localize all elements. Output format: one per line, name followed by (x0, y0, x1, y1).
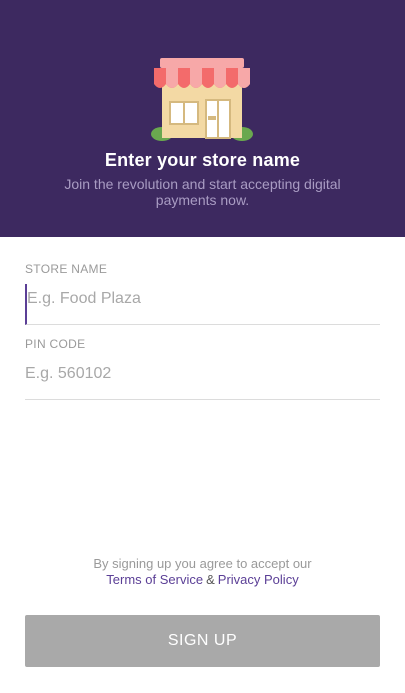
store-name-label: STORE NAME (25, 262, 108, 276)
header-banner: Enter your store name Join the revolutio… (0, 0, 405, 237)
store-front-icon (151, 58, 253, 141)
pin-code-label: PIN CODE (25, 337, 86, 351)
pin-code-field: PIN CODE (25, 337, 380, 400)
store-name-input[interactable] (25, 284, 380, 325)
pin-code-input[interactable] (25, 359, 380, 400)
terms-separator: & (206, 572, 215, 587)
privacy-policy-link[interactable]: Privacy Policy (218, 572, 299, 587)
page-subtitle: Join the revolution and start accepting … (64, 176, 341, 208)
store-name-field: STORE NAME (25, 262, 380, 325)
terms-text: By signing up you agree to accept our (93, 556, 312, 571)
terms-of-service-link[interactable]: Terms of Service (106, 572, 203, 587)
signup-screen: Enter your store name Join the revolutio… (0, 0, 405, 693)
terms-notice: By signing up you agree to accept our Te… (0, 556, 405, 588)
sign-up-button[interactable]: SIGN UP (25, 615, 380, 667)
page-title: Enter your store name (104, 150, 301, 170)
terms-links: Terms of Service & Privacy Policy (0, 572, 405, 588)
